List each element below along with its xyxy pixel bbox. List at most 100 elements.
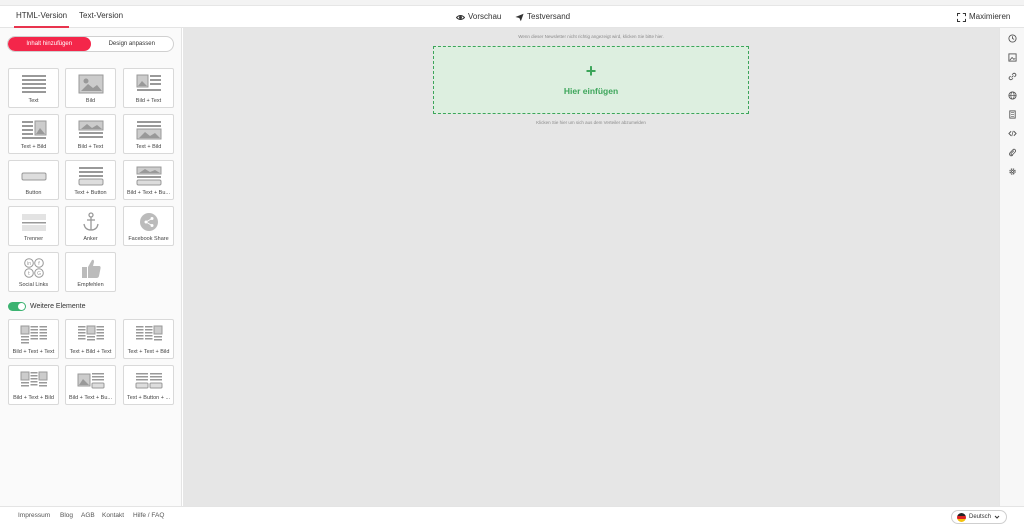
block-text-image[interactable]: Text + Bild bbox=[8, 114, 59, 154]
block-image-text-button-columns[interactable]: Bild + Text + Bu... bbox=[65, 365, 116, 405]
maximize-button[interactable]: Maximieren bbox=[957, 6, 1010, 28]
block-label: Empfehlen bbox=[77, 282, 104, 288]
settings-button[interactable] bbox=[1006, 165, 1018, 177]
block-image-text-image[interactable]: Bild + Text + Bild bbox=[8, 365, 59, 405]
footer-link-agb[interactable]: AGB bbox=[81, 512, 95, 519]
test-send-label: Testversand bbox=[527, 12, 571, 21]
content-sidebar: Inhalt hinzufügen Design anpassen Text B… bbox=[0, 28, 182, 506]
block-anchor[interactable]: Anker bbox=[65, 206, 116, 246]
svg-text:in: in bbox=[26, 261, 31, 267]
block-label: Text + Bild bbox=[135, 144, 162, 150]
block-text-button[interactable]: Text + Button bbox=[65, 160, 116, 200]
svg-text:G: G bbox=[37, 271, 41, 277]
block-label: Anker bbox=[83, 236, 98, 242]
text-image-text-block-icon bbox=[77, 325, 104, 341]
link-button[interactable] bbox=[1006, 70, 1018, 82]
image-button[interactable] bbox=[1006, 51, 1018, 63]
globe-icon bbox=[1007, 90, 1017, 100]
block-image-text-button[interactable]: Bild + Text + Bu... bbox=[123, 160, 174, 200]
german-flag-icon bbox=[957, 512, 966, 522]
block-label: Social Links bbox=[18, 282, 49, 288]
text-button-columns-icon bbox=[135, 373, 162, 389]
eye-icon bbox=[456, 14, 465, 20]
image-text-image-block-icon bbox=[20, 371, 47, 387]
block-label: Bild + Text + Bu... bbox=[126, 190, 170, 196]
browser-view-hint[interactable]: Wenn dieser Newsletter nicht richtig ang… bbox=[183, 34, 999, 39]
image-icon bbox=[1007, 52, 1017, 62]
block-recommend[interactable]: Empfehlen bbox=[65, 252, 116, 292]
block-label: Bild + Text + Bu... bbox=[68, 395, 112, 401]
insert-dropzone[interactable]: + Hier einfügen bbox=[433, 46, 749, 114]
footer-link-blog[interactable]: Blog bbox=[60, 512, 73, 519]
unsubscribe-hint[interactable]: Klicken Sie hier um sich aus dem Verteil… bbox=[183, 120, 999, 125]
web-button[interactable] bbox=[1006, 89, 1018, 101]
block-label: Text + Bild + Text bbox=[69, 349, 112, 355]
block-image-over-text[interactable]: Bild + Text bbox=[65, 114, 116, 154]
block-text-image-text[interactable]: Text + Bild + Text bbox=[65, 319, 116, 359]
text-button-block-icon bbox=[78, 167, 103, 186]
history-button[interactable] bbox=[1006, 32, 1018, 44]
divider-block-icon bbox=[21, 214, 46, 231]
tab-text-version[interactable]: Text-Version bbox=[77, 6, 125, 28]
block-label: Text + Button bbox=[74, 190, 107, 196]
preview-label: Vorschau bbox=[468, 12, 502, 21]
footer-link-impressum[interactable]: Impressum bbox=[18, 512, 50, 519]
maximize-label: Maximieren bbox=[969, 12, 1011, 21]
thumbs-up-icon bbox=[81, 259, 101, 278]
block-label: Text + Bild bbox=[20, 144, 47, 150]
block-text-over-image[interactable]: Text + Bild bbox=[123, 114, 174, 154]
editor-header: HTML-Version Text-Version Vorschau Testv… bbox=[0, 6, 1024, 28]
text-block-icon bbox=[21, 75, 46, 93]
block-image-text-text[interactable]: Bild + Text + Text bbox=[8, 319, 59, 359]
footer-link-kontakt[interactable]: Kontakt bbox=[102, 512, 124, 519]
block-social-links[interactable]: in f t G Social Links bbox=[8, 252, 59, 292]
share-icon bbox=[139, 213, 158, 231]
code-button[interactable] bbox=[1006, 127, 1018, 139]
social-links-icon: in f t G bbox=[23, 258, 44, 278]
tab-html-version[interactable]: HTML-Version bbox=[14, 6, 70, 28]
button-block-icon bbox=[21, 172, 46, 181]
block-divider[interactable]: Trenner bbox=[8, 206, 59, 246]
maximize-icon bbox=[957, 12, 966, 22]
image-over-text-block-icon bbox=[78, 120, 103, 138]
test-send-button[interactable]: Testversand bbox=[515, 6, 570, 28]
document-button[interactable] bbox=[1006, 108, 1018, 120]
right-toolbar bbox=[999, 28, 1024, 506]
language-select[interactable]: Deutsch bbox=[951, 510, 1007, 524]
plus-icon: + bbox=[585, 61, 597, 81]
block-text[interactable]: Text bbox=[8, 68, 59, 108]
sidebar-mode-switch: Inhalt hinzufügen Design anpassen bbox=[7, 36, 174, 52]
block-image[interactable]: Bild bbox=[65, 68, 116, 108]
block-label: Bild bbox=[85, 98, 96, 104]
block-label: Bild + Text bbox=[135, 98, 162, 104]
text-over-image-block-icon bbox=[136, 121, 161, 140]
preview-button[interactable]: Vorschau bbox=[456, 6, 501, 28]
attachment-button[interactable] bbox=[1006, 146, 1018, 158]
block-image-text[interactable]: Bild + Text bbox=[123, 68, 174, 108]
text-image-block-icon bbox=[21, 120, 46, 139]
block-label: Text + Text + Bild bbox=[127, 349, 170, 355]
anchor-icon bbox=[82, 212, 99, 231]
history-icon bbox=[1007, 33, 1017, 43]
block-label: Facebook Share bbox=[128, 236, 169, 242]
more-elements-toggle[interactable] bbox=[8, 301, 26, 311]
attachment-icon bbox=[1008, 148, 1016, 156]
more-elements-row: Weitere Elemente bbox=[8, 300, 86, 312]
more-elements-label: Weitere Elemente bbox=[30, 302, 86, 310]
block-facebook-share[interactable]: Facebook Share bbox=[123, 206, 174, 246]
code-icon bbox=[1007, 130, 1017, 136]
block-text-button-columns[interactable]: Text + Button + ... bbox=[123, 365, 174, 405]
text-text-image-block-icon bbox=[135, 325, 162, 341]
footer-link-help[interactable]: Hilfe / FAQ bbox=[133, 512, 164, 519]
editor-canvas: Wenn dieser Newsletter nicht richtig ang… bbox=[183, 28, 999, 506]
image-text-text-block-icon bbox=[20, 325, 47, 344]
block-button[interactable]: Button bbox=[8, 160, 59, 200]
image-text-button-block-icon bbox=[136, 166, 161, 186]
add-content-button[interactable]: Inhalt hinzufügen bbox=[8, 37, 91, 51]
language-label: Deutsch bbox=[969, 514, 992, 520]
block-text-text-image[interactable]: Text + Text + Bild bbox=[123, 319, 174, 359]
block-label: Text + Button + ... bbox=[126, 395, 171, 401]
block-label: Bild + Text + Bild bbox=[13, 395, 54, 401]
design-button[interactable]: Design anpassen bbox=[91, 37, 174, 51]
document-icon bbox=[1008, 109, 1016, 119]
